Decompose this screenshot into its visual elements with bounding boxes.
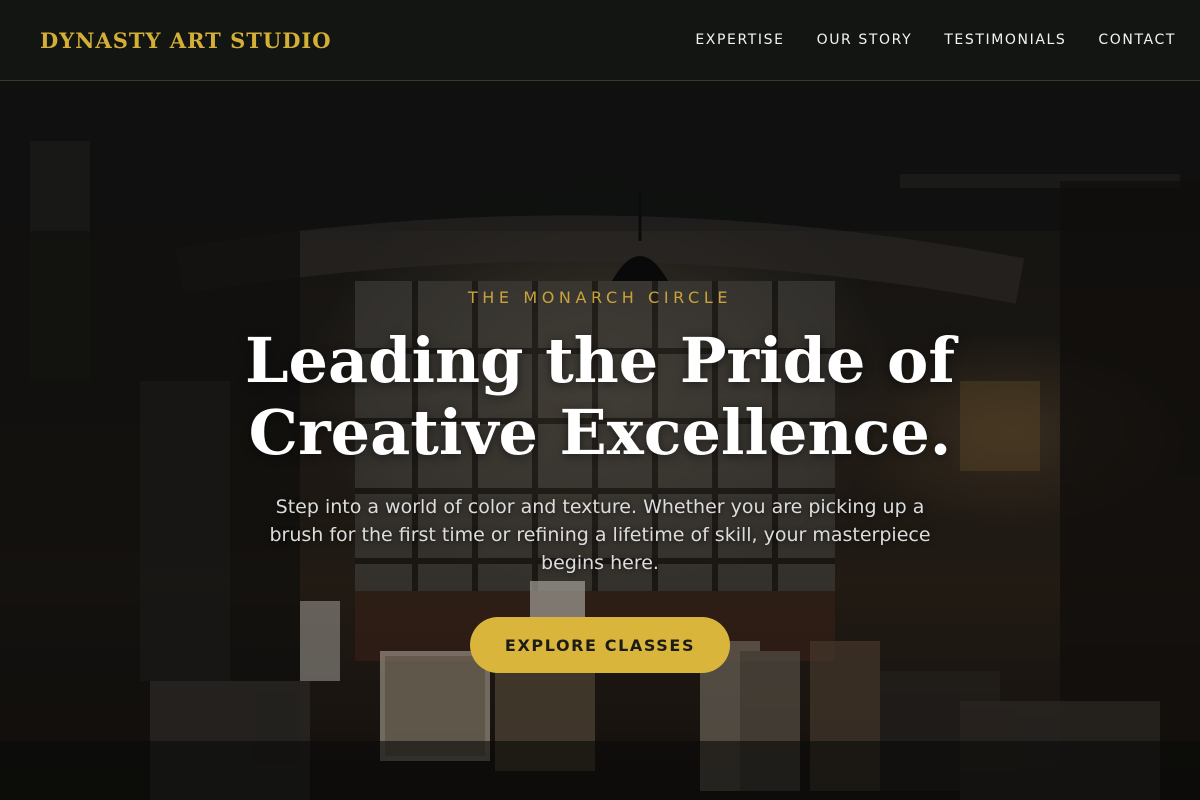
nav-link-testimonials[interactable]: TESTIMONIALS	[944, 32, 1066, 48]
nav-link-contact[interactable]: CONTACT	[1098, 32, 1176, 48]
hero-content: THE MONARCH CIRCLE Leading the Pride of …	[0, 81, 1200, 800]
brand-logo[interactable]: DYNASTY ART STUDIO	[40, 28, 332, 53]
hero-section: THE MONARCH CIRCLE Leading the Pride of …	[0, 81, 1200, 800]
nav-link-expertise[interactable]: EXPERTISE	[695, 32, 784, 48]
nav-link-our-story[interactable]: OUR STORY	[817, 32, 913, 48]
hero-subtext: Step into a world of color and texture. …	[269, 496, 931, 574]
hero-headline: Leading the Pride of Creative Excellence…	[244, 324, 956, 469]
explore-classes-button[interactable]: EXPLORE CLASSES	[470, 617, 730, 673]
main-nav: EXPERTISE OUR STORY TESTIMONIALS CONTACT	[695, 32, 1176, 48]
hero-eyebrow: THE MONARCH CIRCLE	[467, 288, 733, 307]
top-navbar: DYNASTY ART STUDIO EXPERTISE OUR STORY T…	[0, 0, 1200, 81]
